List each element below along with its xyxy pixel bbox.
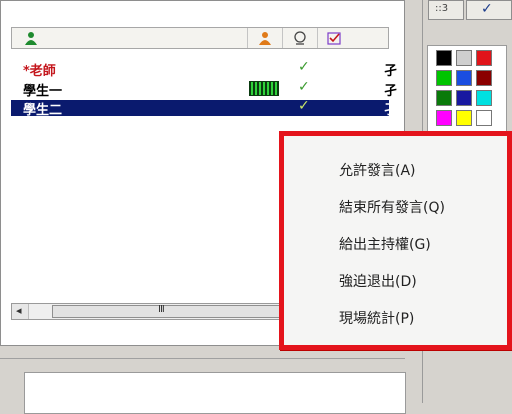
color-swatch-white[interactable] <box>476 110 492 126</box>
right-toolbar: ::3 ✓ <box>428 0 512 22</box>
list-item[interactable]: *老師 ✓ 孑 <box>11 59 397 79</box>
menu-item-live-stats[interactable]: 現場統計(P) <box>339 308 414 328</box>
context-menu: 允許發言(A) 結束所有發言(Q) 給出主持權(G) 強迫退出(D) 現場統計(… <box>279 131 512 350</box>
color-swatch-black[interactable] <box>436 50 452 66</box>
user-name: 學生一 <box>23 84 63 99</box>
check-icon: ✓ <box>298 59 310 75</box>
user-green-icon <box>25 32 37 45</box>
speaker-icon <box>294 31 306 45</box>
status-glyph: 孑 <box>384 64 398 79</box>
column-user[interactable] <box>12 28 248 48</box>
tick-icon: ✓ <box>481 1 493 17</box>
color-swatch-navy[interactable] <box>456 90 472 106</box>
scroll-left-button[interactable]: ◂ <box>12 304 29 319</box>
arrow-left-icon: ◂ <box>16 304 22 317</box>
menu-item-give-host[interactable]: 給出主持權(G) <box>339 234 431 254</box>
color-swatch-dark-green[interactable] <box>436 90 452 106</box>
menu-item-allow-speak[interactable]: 允許發言(A) <box>339 160 416 180</box>
color-swatch-red[interactable] <box>476 50 492 66</box>
color-swatch-blue[interactable] <box>456 70 472 86</box>
user-name: *老師 <box>23 64 56 79</box>
color-swatch-cyan[interactable] <box>476 90 492 106</box>
grid-icon: ::3 <box>435 3 449 14</box>
user-orange-icon <box>259 32 271 45</box>
check-icon: ✓ <box>298 98 310 114</box>
menu-item-end-all-speak[interactable]: 結束所有發言(Q) <box>339 197 445 217</box>
column-vote[interactable] <box>318 28 390 48</box>
list-item[interactable]: 學生一 ✓ 孑 <box>11 79 397 99</box>
check-icon: ✓ <box>298 79 310 95</box>
color-swatch-maroon[interactable] <box>476 70 492 86</box>
user-list-header <box>11 27 389 49</box>
menu-item-force-exit[interactable]: 強迫退出(D) <box>339 271 417 291</box>
tick-tool-button[interactable]: ✓ <box>466 0 512 20</box>
user-name: 學生二 <box>23 103 63 118</box>
status-glyph: 孑 <box>384 103 398 118</box>
column-speak[interactable] <box>283 28 318 48</box>
horizontal-scrollbar[interactable]: ◂ III <box>11 303 291 320</box>
volume-meter-icon <box>249 81 279 96</box>
scroll-thumb[interactable]: III <box>52 304 282 318</box>
color-swatch-yellow[interactable] <box>456 110 472 126</box>
chat-input-area[interactable] <box>24 372 406 414</box>
grid-tool-button[interactable]: ::3 <box>428 0 464 20</box>
color-swatch-gray[interactable] <box>456 50 472 66</box>
list-item-selected[interactable]: 學生二 ✓ 孑 <box>11 98 397 118</box>
status-glyph: 孑 <box>384 84 398 99</box>
color-swatch-green[interactable] <box>436 70 452 86</box>
grip-icon: III <box>158 304 165 315</box>
vote-icon <box>327 32 341 45</box>
color-palette <box>427 45 507 141</box>
column-camera[interactable] <box>248 28 283 48</box>
color-swatch-magenta[interactable] <box>436 110 452 126</box>
